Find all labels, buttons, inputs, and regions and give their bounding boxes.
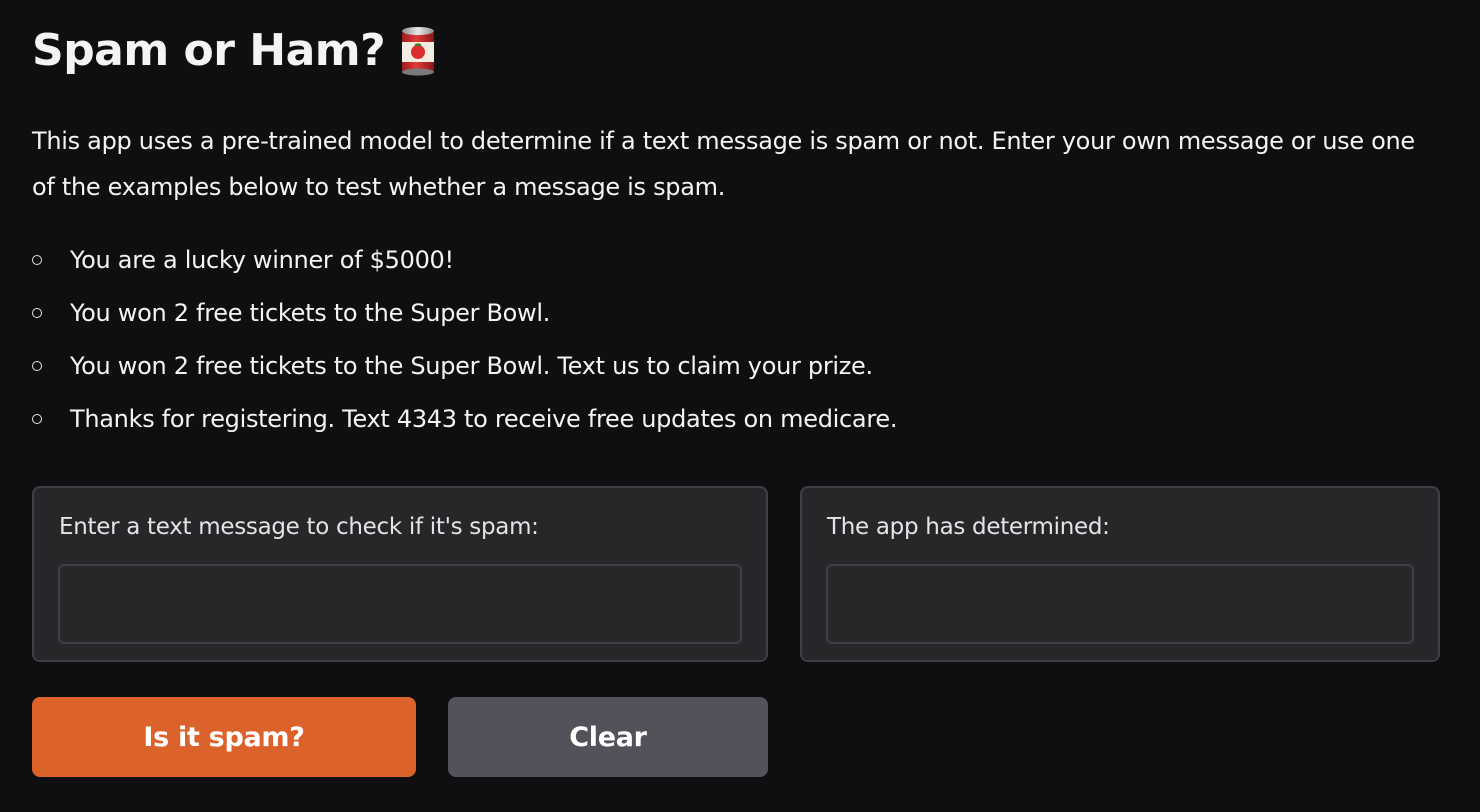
bullet-icon xyxy=(32,361,42,371)
bullet-icon xyxy=(32,414,42,424)
example-item[interactable]: You won 2 free tickets to the Super Bowl… xyxy=(32,340,897,393)
page-title-text: Spam or Ham? xyxy=(32,25,386,76)
result-output-label: The app has determined: xyxy=(827,514,1110,540)
check-spam-button[interactable]: Is it spam? xyxy=(32,697,416,777)
example-text: You won 2 free tickets to the Super Bowl… xyxy=(70,352,873,380)
message-input[interactable] xyxy=(58,564,742,644)
example-item[interactable]: You won 2 free tickets to the Super Bowl… xyxy=(32,287,897,340)
result-output-panel: The app has determined: xyxy=(800,486,1440,662)
examples-list: You are a lucky winner of $5000! You won… xyxy=(32,234,897,446)
example-item[interactable]: Thanks for registering. Text 4343 to rec… xyxy=(32,393,897,446)
example-item[interactable]: You are a lucky winner of $5000! xyxy=(32,234,897,287)
example-text: Thanks for registering. Text 4343 to rec… xyxy=(70,405,898,433)
example-text: You are a lucky winner of $5000! xyxy=(70,246,454,274)
app-description: This app uses a pre-trained model to det… xyxy=(32,127,1415,201)
tomato-can-icon xyxy=(399,26,437,76)
example-text: You won 2 free tickets to the Super Bowl… xyxy=(70,299,551,327)
message-input-label: Enter a text message to check if it's sp… xyxy=(59,514,539,540)
clear-button[interactable]: Clear xyxy=(448,697,768,777)
bullet-icon xyxy=(32,308,42,318)
bullet-icon xyxy=(32,255,42,265)
result-output[interactable] xyxy=(826,564,1414,644)
page-title: Spam or Ham? xyxy=(32,22,437,80)
message-input-panel: Enter a text message to check if it's sp… xyxy=(32,486,768,662)
